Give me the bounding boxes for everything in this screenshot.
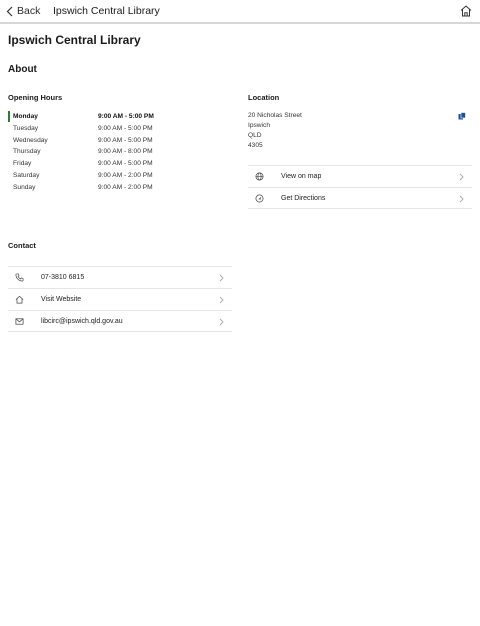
back-label: Back [17,5,41,17]
day-label: Tuesday [13,124,39,132]
get-directions-button[interactable]: Get Directions [248,187,472,209]
chevron-right-icon [459,195,464,203]
location-actions: View on map Get Directions [248,165,472,209]
email-row[interactable]: libcirc@ipswich.qld.gov.au [8,310,232,332]
chevron-right-icon [219,318,224,326]
hours-row-thursday: Thursday 9:00 AM - 8:00 PM [8,146,208,158]
hours-value: 9:00 AM - 2:00 PM [98,171,153,179]
opening-hours-table: Monday 9:00 AM - 5:00 PM Tuesday 9:00 AM… [8,111,208,194]
globe-icon [255,172,264,181]
opening-hours-heading: Opening Hours [8,93,63,102]
view-on-map-label: View on map [281,172,322,180]
copy-icon[interactable] [458,112,466,120]
address-postcode: 4305 [248,142,263,149]
hours-row-wednesday: Wednesday 9:00 AM - 5:00 PM [8,135,208,147]
hours-row-friday: Friday 9:00 AM - 5:00 PM [8,158,208,170]
address-state: QLD [248,132,262,139]
phone-number: 07-3810 6815 [41,273,85,281]
location-address: 20 Nicholas Street Ipswich QLD 4305 [248,111,302,151]
day-label: Monday [13,113,38,120]
day-label: Friday [13,160,32,168]
hours-value: 9:00 AM - 8:00 PM [98,148,153,156]
page-title: Ipswich Central Library [8,33,141,47]
hours-row-monday: Monday 9:00 AM - 5:00 PM [8,111,208,123]
chevron-left-icon [6,6,13,16]
about-heading: About [8,64,37,75]
hours-row-saturday: Saturday 9:00 AM - 2:00 PM [8,170,208,182]
hours-value: 9:00 AM - 5:00 PM [98,124,153,132]
hours-value: 9:00 AM - 2:00 PM [98,183,153,191]
hours-row-tuesday: Tuesday 9:00 AM - 5:00 PM [8,123,208,135]
location-heading: Location [248,93,280,102]
address-street: 20 Nicholas Street [248,112,302,119]
day-label: Wednesday [13,136,48,144]
website-row[interactable]: Visit Website [8,288,232,310]
visit-website-label: Visit Website [41,295,82,303]
hours-value: 9:00 AM - 5:00 PM [98,160,153,168]
back-button[interactable]: Back [6,3,40,19]
chevron-right-icon [219,296,224,304]
hours-value: 9:00 AM - 5:00 PM [98,113,154,120]
chevron-right-icon [459,173,464,181]
day-label: Sunday [13,183,36,191]
get-directions-label: Get Directions [281,194,326,202]
email-address: libcirc@ipswich.qld.gov.au [41,317,123,325]
address-suburb: Ipswich [248,122,270,129]
nav-title: Ipswich Central Library [53,5,160,17]
directions-icon [255,194,264,203]
contact-heading: Contact [8,241,36,250]
day-label: Saturday [13,171,40,179]
mail-icon [15,318,24,325]
phone-icon [15,273,24,282]
navigation-bar: Back Ipswich Central Library [0,0,480,24]
contact-list: 07-3810 6815 Visit Website libcirc@ipswi… [8,266,232,332]
day-label: Thursday [13,148,41,156]
hours-row-sunday: Sunday 9:00 AM - 2:00 PM [8,182,208,194]
phone-row[interactable]: 07-3810 6815 [8,266,232,288]
home-icon[interactable] [459,4,473,18]
hours-value: 9:00 AM - 5:00 PM [98,136,153,144]
home-icon [15,295,24,304]
chevron-right-icon [219,274,224,282]
view-on-map-button[interactable]: View on map [248,165,472,187]
